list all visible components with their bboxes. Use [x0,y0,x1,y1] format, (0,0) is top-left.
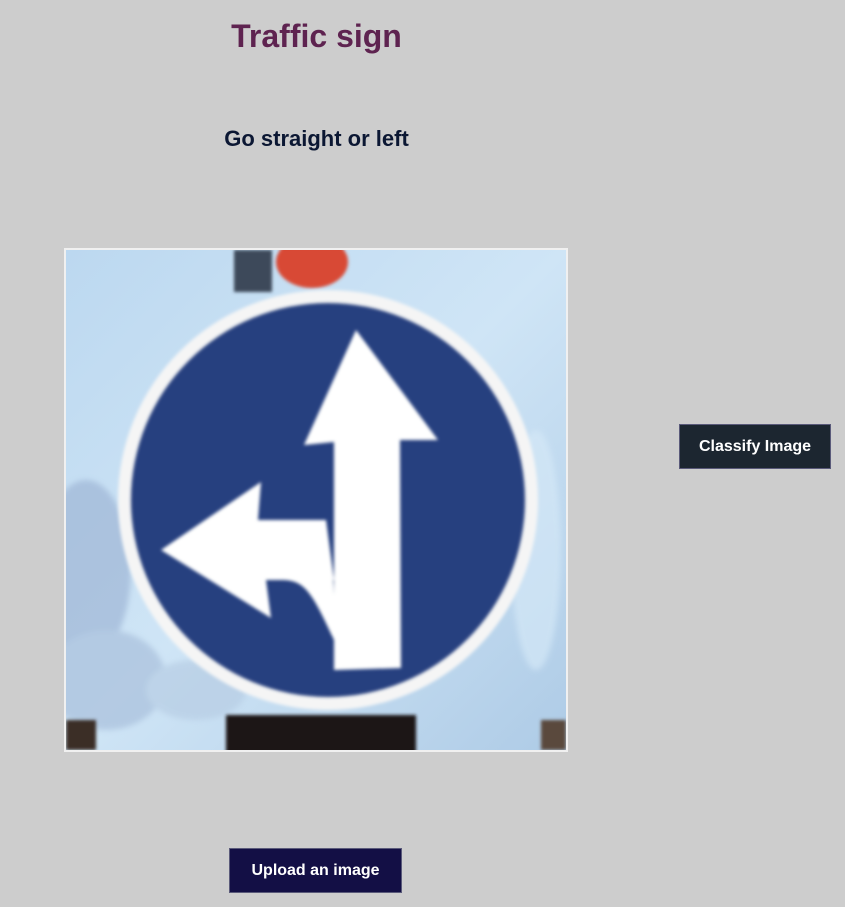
classify-image-button[interactable]: Classify Image [679,424,831,469]
upload-image-button[interactable]: Upload an image [229,848,402,893]
page-title: Traffic sign [231,18,402,54]
prediction-label: Go straight or left [224,126,409,151]
uploaded-image-preview [64,248,568,752]
go-straight-or-left-sign-icon [66,250,566,750]
